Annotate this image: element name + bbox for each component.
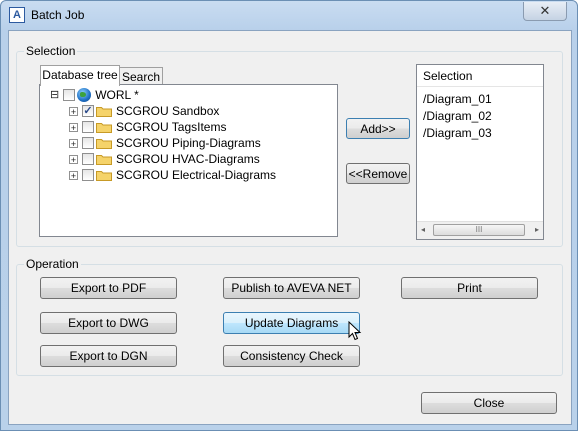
- collapse-icon[interactable]: ⊟: [50, 89, 60, 100]
- tree-item-tagsitems[interactable]: + SCGROU TagsItems: [69, 119, 226, 135]
- expand-icon[interactable]: +: [69, 138, 78, 148]
- selection-list-header[interactable]: Selection: [417, 65, 543, 87]
- print-button[interactable]: Print: [401, 277, 538, 299]
- mouse-pointer-icon: [348, 321, 362, 341]
- folder-icon: [96, 107, 112, 117]
- add-button[interactable]: Add>>: [346, 118, 410, 139]
- tree-item-checkbox[interactable]: [82, 169, 94, 181]
- batch-job-window: A Batch Job ✕ Selection Database tree Se…: [0, 0, 578, 431]
- tree-item-label: SCGROU TagsItems: [116, 120, 227, 134]
- scrollbar-thumb[interactable]: III: [433, 224, 525, 236]
- expand-icon[interactable]: +: [69, 154, 78, 164]
- tree-root-checkbox[interactable]: [63, 89, 76, 101]
- dialog-client-area: Selection Database tree Search ⊟ WORL * …: [8, 30, 572, 425]
- database-tree[interactable]: ⊟ WORL * + ✓ SCGROU Sandbox + SCGROU Tag…: [39, 84, 338, 237]
- tree-item-checkbox[interactable]: [82, 137, 94, 149]
- tree-root-label: WORL *: [95, 88, 139, 102]
- expand-icon[interactable]: +: [69, 122, 78, 132]
- selection-group-label: Selection: [24, 44, 78, 58]
- export-pdf-button[interactable]: Export to PDF: [40, 277, 177, 299]
- list-item[interactable]: /Diagram_02: [423, 109, 492, 123]
- tree-item-checkbox[interactable]: [82, 153, 94, 165]
- title-bar[interactable]: A Batch Job ✕: [1, 1, 577, 29]
- tree-item-label: SCGROU Sandbox: [116, 104, 220, 118]
- tree-item-label: SCGROU Electrical-Diagrams: [116, 168, 277, 182]
- tree-item-label: SCGROU Piping-Diagrams: [116, 136, 261, 150]
- tree-item-sandbox[interactable]: + ✓ SCGROU Sandbox: [69, 103, 219, 119]
- operation-group-label: Operation: [24, 257, 81, 271]
- window-title: Batch Job: [31, 8, 85, 22]
- tree-item-checkbox[interactable]: ✓: [82, 105, 94, 117]
- selection-list[interactable]: Selection /Diagram_01 /Diagram_02 /Diagr…: [416, 64, 544, 240]
- window-close-button[interactable]: ✕: [523, 2, 567, 21]
- export-dgn-button[interactable]: Export to DGN: [40, 345, 177, 367]
- folder-icon: [96, 155, 112, 165]
- tab-database-tree[interactable]: Database tree: [40, 65, 120, 86]
- list-item[interactable]: /Diagram_03: [423, 126, 492, 140]
- tree-item-electrical-diagrams[interactable]: + SCGROU Electrical-Diagrams: [69, 167, 276, 183]
- consistency-check-button[interactable]: Consistency Check: [223, 345, 360, 367]
- list-item[interactable]: /Diagram_01: [423, 92, 492, 106]
- tree-item-label: SCGROU HVAC-Diagrams: [116, 152, 260, 166]
- tree-item-checkbox[interactable]: [82, 121, 94, 133]
- aveva-app-icon: A: [9, 7, 25, 23]
- tree-item-hvac-diagrams[interactable]: + SCGROU HVAC-Diagrams: [69, 151, 260, 167]
- expand-icon[interactable]: +: [69, 170, 78, 180]
- tree-root-row[interactable]: ⊟ WORL *: [50, 87, 139, 103]
- publish-aveva-net-button[interactable]: Publish to AVEVA NET: [223, 277, 360, 299]
- folder-icon: [96, 123, 112, 133]
- remove-button[interactable]: <<Remove: [346, 163, 410, 184]
- update-diagrams-button[interactable]: Update Diagrams: [223, 312, 360, 334]
- close-button[interactable]: Close: [421, 392, 557, 414]
- horizontal-scrollbar[interactable]: ◂ III ▸: [417, 221, 543, 239]
- scroll-right-icon[interactable]: ▸: [535, 225, 539, 234]
- tree-item-piping-diagrams[interactable]: + SCGROU Piping-Diagrams: [69, 135, 261, 151]
- folder-icon: [96, 171, 112, 181]
- scroll-left-icon[interactable]: ◂: [421, 225, 425, 234]
- export-dwg-button[interactable]: Export to DWG: [40, 312, 177, 334]
- globe-icon: [77, 88, 92, 102]
- expand-icon[interactable]: +: [69, 106, 78, 116]
- folder-icon: [96, 139, 112, 149]
